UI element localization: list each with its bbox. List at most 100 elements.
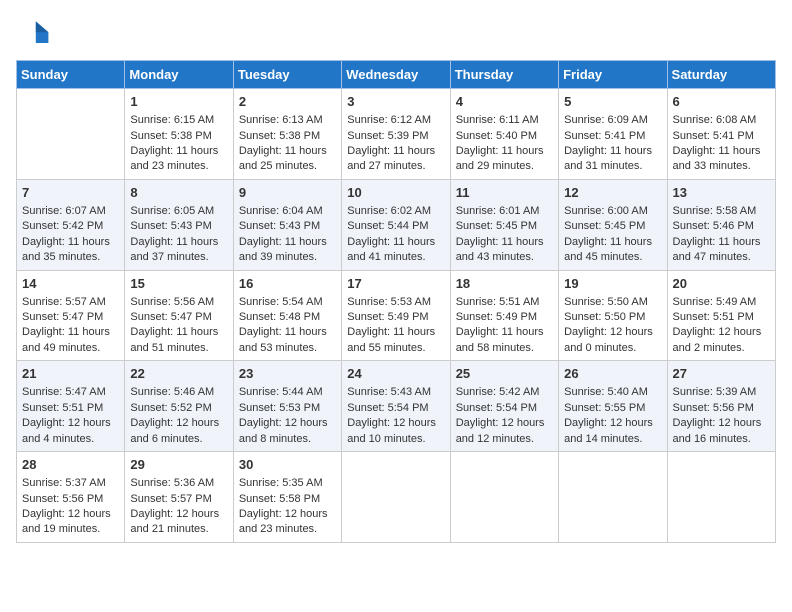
sunset: Sunset: 5:54 PM: [347, 402, 428, 414]
sunrise: Sunrise: 6:13 AM: [239, 114, 323, 126]
calendar-cell: 4Sunrise: 6:11 AMSunset: 5:40 PMDaylight…: [450, 89, 558, 180]
sunset: Sunset: 5:44 PM: [347, 220, 428, 232]
day-number: 15: [130, 275, 227, 293]
day-number: 25: [456, 365, 553, 383]
calendar-cell: 3Sunrise: 6:12 AMSunset: 5:39 PMDaylight…: [342, 89, 450, 180]
sunset: Sunset: 5:39 PM: [347, 130, 428, 142]
week-row-3: 14Sunrise: 5:57 AMSunset: 5:47 PMDayligh…: [17, 270, 776, 361]
sunset: Sunset: 5:45 PM: [564, 220, 645, 232]
sunset: Sunset: 5:57 PM: [130, 493, 211, 505]
daylight: Daylight: 12 hours and 8 minutes.: [239, 417, 328, 444]
calendar-cell: 22Sunrise: 5:46 AMSunset: 5:52 PMDayligh…: [125, 361, 233, 452]
day-number: 13: [673, 184, 770, 202]
daylight: Daylight: 12 hours and 6 minutes.: [130, 417, 219, 444]
daylight: Daylight: 11 hours and 43 minutes.: [456, 236, 544, 263]
calendar-cell: 19Sunrise: 5:50 AMSunset: 5:50 PMDayligh…: [559, 270, 667, 361]
daylight: Daylight: 12 hours and 23 minutes.: [239, 508, 328, 535]
sunset: Sunset: 5:55 PM: [564, 402, 645, 414]
day-header-wednesday: Wednesday: [342, 61, 450, 89]
calendar-cell: 1Sunrise: 6:15 AMSunset: 5:38 PMDaylight…: [125, 89, 233, 180]
daylight: Daylight: 11 hours and 23 minutes.: [130, 145, 218, 172]
sunrise: Sunrise: 5:44 AM: [239, 386, 323, 398]
sunrise: Sunrise: 5:37 AM: [22, 477, 106, 489]
sunrise: Sunrise: 5:49 AM: [673, 296, 757, 308]
sunset: Sunset: 5:46 PM: [673, 220, 754, 232]
daylight: Daylight: 12 hours and 12 minutes.: [456, 417, 545, 444]
sunrise: Sunrise: 6:11 AM: [456, 114, 539, 126]
day-number: 12: [564, 184, 661, 202]
sunrise: Sunrise: 5:58 AM: [673, 205, 757, 217]
sunrise: Sunrise: 6:04 AM: [239, 205, 323, 217]
day-number: 10: [347, 184, 444, 202]
sunrise: Sunrise: 5:50 AM: [564, 296, 648, 308]
sunrise: Sunrise: 6:05 AM: [130, 205, 214, 217]
sunset: Sunset: 5:47 PM: [22, 311, 103, 323]
calendar-cell: 13 Sunrise: 5:58 AM Sunset: 5:46 PM Dayligh…: [667, 179, 775, 270]
daylight: Daylight: 11 hours and 58 minutes.: [456, 326, 544, 353]
sunrise: Sunrise: 6:00 AM: [564, 205, 648, 217]
sunset: Sunset: 5:48 PM: [239, 311, 320, 323]
sunrise: Sunrise: 5:36 AM: [130, 477, 214, 489]
daylight: Daylight: 11 hours and 49 minutes.: [22, 326, 110, 353]
sunset: Sunset: 5:41 PM: [673, 130, 754, 142]
day-header-friday: Friday: [559, 61, 667, 89]
calendar-cell: 6Sunrise: 6:08 AMSunset: 5:41 PMDaylight…: [667, 89, 775, 180]
daylight: Daylight: 12 hours and 14 minutes.: [564, 417, 653, 444]
day-header-saturday: Saturday: [667, 61, 775, 89]
sunset: Sunset: 5:52 PM: [130, 402, 211, 414]
day-number: 24: [347, 365, 444, 383]
calendar-cell: 27Sunrise: 5:39 AMSunset: 5:56 PMDayligh…: [667, 361, 775, 452]
sunset: Sunset: 5:54 PM: [456, 402, 537, 414]
daylight: Daylight: 11 hours and 35 minutes.: [22, 236, 110, 263]
page-header: [16, 16, 776, 52]
calendar-cell: 11Sunrise: 6:01 AMSunset: 5:45 PMDayligh…: [450, 179, 558, 270]
calendar-cell: 2Sunrise: 6:13 AMSunset: 5:38 PMDaylight…: [233, 89, 341, 180]
day-number: 9: [239, 184, 336, 202]
sunrise: Sunrise: 5:43 AM: [347, 386, 431, 398]
calendar-cell: 21Sunrise: 5:47 AMSunset: 5:51 PMDayligh…: [17, 361, 125, 452]
sunset: Sunset: 5:51 PM: [22, 402, 103, 414]
sunrise: Sunrise: 5:39 AM: [673, 386, 757, 398]
sunset: Sunset: 5:56 PM: [673, 402, 754, 414]
sunset: Sunset: 5:53 PM: [239, 402, 320, 414]
calendar-cell: 8Sunrise: 6:05 AMSunset: 5:43 PMDaylight…: [125, 179, 233, 270]
week-row-5: 28Sunrise: 5:37 AMSunset: 5:56 PMDayligh…: [17, 452, 776, 543]
sunset: Sunset: 5:40 PM: [456, 130, 537, 142]
sunrise: Sunrise: 6:08 AM: [673, 114, 757, 126]
sunset: Sunset: 5:43 PM: [239, 220, 320, 232]
sunrise: Sunrise: 5:54 AM: [239, 296, 323, 308]
day-header-tuesday: Tuesday: [233, 61, 341, 89]
calendar-cell: 28Sunrise: 5:37 AMSunset: 5:56 PMDayligh…: [17, 452, 125, 543]
logo-icon: [16, 16, 52, 52]
day-number: 23: [239, 365, 336, 383]
sunset: Sunset: 5:38 PM: [239, 130, 320, 142]
day-number: 19: [564, 275, 661, 293]
sunrise: Sunrise: 5:46 AM: [130, 386, 214, 398]
daylight: Daylight: 11 hours and 47 minutes.: [673, 236, 761, 263]
week-row-4: 21Sunrise: 5:47 AMSunset: 5:51 PMDayligh…: [17, 361, 776, 452]
daylight: Daylight: 11 hours and 51 minutes.: [130, 326, 218, 353]
calendar-cell: 30Sunrise: 5:35 AMSunset: 5:58 PMDayligh…: [233, 452, 341, 543]
calendar-cell: 20Sunrise: 5:49 AMSunset: 5:51 PMDayligh…: [667, 270, 775, 361]
calendar-cell: 16Sunrise: 5:54 AMSunset: 5:48 PMDayligh…: [233, 270, 341, 361]
calendar-cell: 17Sunrise: 5:53 AMSunset: 5:49 PMDayligh…: [342, 270, 450, 361]
daylight: Daylight: 12 hours and 2 minutes.: [673, 326, 762, 353]
sunset: Sunset: 5:58 PM: [239, 493, 320, 505]
sunrise: Sunrise: 5:56 AM: [130, 296, 214, 308]
daylight: Daylight: 11 hours and 29 minutes.: [456, 145, 544, 172]
calendar-cell: 12 Sunrise: 6:00 AM Sunset: 5:45 PM Dayligh…: [559, 179, 667, 270]
calendar-cell: 26Sunrise: 5:40 AMSunset: 5:55 PMDayligh…: [559, 361, 667, 452]
daylight: Daylight: 12 hours and 4 minutes.: [22, 417, 111, 444]
sunrise: Sunrise: 5:57 AM: [22, 296, 106, 308]
sunset: Sunset: 5:49 PM: [456, 311, 537, 323]
daylight: Daylight: 11 hours and 27 minutes.: [347, 145, 435, 172]
calendar-cell: 14Sunrise: 5:57 AMSunset: 5:47 PMDayligh…: [17, 270, 125, 361]
day-number: 1: [130, 93, 227, 111]
daylight: Daylight: 11 hours and 53 minutes.: [239, 326, 327, 353]
daylight: Daylight: 11 hours and 45 minutes.: [564, 236, 652, 263]
days-header-row: SundayMondayTuesdayWednesdayThursdayFrid…: [17, 61, 776, 89]
daylight: Daylight: 11 hours and 33 minutes.: [673, 145, 761, 172]
week-row-1: 1Sunrise: 6:15 AMSunset: 5:38 PMDaylight…: [17, 89, 776, 180]
day-number: 20: [673, 275, 770, 293]
daylight: Daylight: 11 hours and 25 minutes.: [239, 145, 327, 172]
